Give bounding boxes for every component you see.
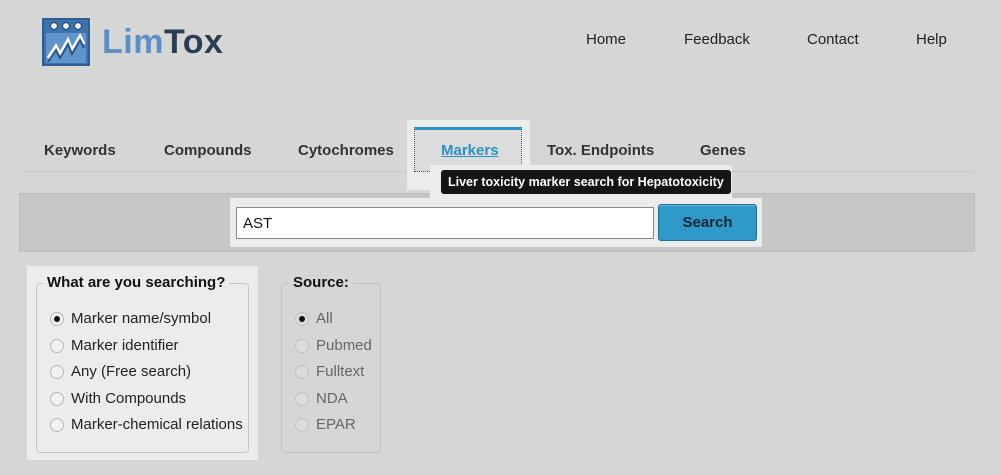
radio-button-checked[interactable]	[50, 311, 64, 326]
source-nda[interactable]: NDA	[295, 390, 348, 407]
search-type-legend: What are you searching?	[43, 274, 230, 291]
radio-label: Pubmed	[316, 337, 372, 354]
radio-button[interactable]	[50, 338, 64, 353]
radio-label: Any (Free search)	[71, 363, 192, 380]
radio-free-search[interactable]: Any (Free search)	[50, 363, 191, 380]
radio-marker-identifier[interactable]: Marker identifier	[50, 337, 179, 354]
radio-label: With Compounds	[71, 390, 187, 407]
radio-with-compounds[interactable]: With Compounds	[50, 390, 186, 407]
source-all[interactable]: All	[295, 310, 333, 327]
source-pubmed[interactable]: Pubmed	[295, 337, 372, 354]
search-input[interactable]	[236, 207, 654, 239]
nav-contact[interactable]: Contact	[807, 31, 859, 48]
radio-marker-name[interactable]: Marker name/symbol	[50, 310, 211, 327]
radio-label: All	[316, 310, 333, 327]
radio-label: Fulltext	[316, 363, 365, 380]
radio-button[interactable]	[50, 364, 64, 379]
radio-label: Marker-chemical relations	[71, 416, 243, 433]
nav-help[interactable]: Help	[916, 31, 947, 48]
logo-text-lim: Lim	[102, 23, 164, 61]
radio-button[interactable]	[50, 391, 64, 406]
radio-button[interactable]	[295, 364, 309, 379]
source-legend: Source:	[289, 274, 353, 291]
tab-compounds[interactable]: Compounds	[164, 142, 252, 159]
search-button[interactable]: Search	[658, 204, 757, 241]
tab-cytochromes[interactable]: Cytochromes	[298, 142, 394, 159]
nav-home[interactable]: Home	[586, 31, 626, 48]
markers-tooltip: Liver toxicity marker search for Hepatot…	[441, 170, 731, 194]
tab-markers[interactable]: Markers	[441, 142, 499, 159]
radio-button[interactable]	[295, 417, 309, 432]
limtox-logo[interactable]: LimTox	[42, 18, 223, 66]
radio-button[interactable]	[295, 391, 309, 406]
radio-label: EPAR	[316, 416, 356, 433]
tab-tox-endpoints[interactable]: Tox. Endpoints	[547, 142, 654, 159]
radio-label: Marker name/symbol	[71, 310, 212, 327]
source-epar[interactable]: EPAR	[295, 416, 356, 433]
radio-button-checked[interactable]	[295, 311, 309, 326]
radio-label: Marker identifier	[71, 337, 179, 354]
radio-label: NDA	[316, 390, 348, 407]
radio-marker-chemical[interactable]: Marker-chemical relations	[50, 416, 243, 433]
radio-button[interactable]	[295, 338, 309, 353]
nav-feedback[interactable]: Feedback	[684, 31, 750, 48]
tab-keywords[interactable]: Keywords	[44, 142, 116, 159]
radio-button[interactable]	[50, 417, 64, 432]
limtox-logo-icon	[42, 18, 90, 66]
tab-genes[interactable]: Genes	[700, 142, 746, 159]
logo-text-tox: Tox	[163, 23, 224, 61]
logo-wordmark: LimTox	[102, 25, 223, 59]
source-fulltext[interactable]: Fulltext	[295, 363, 364, 380]
